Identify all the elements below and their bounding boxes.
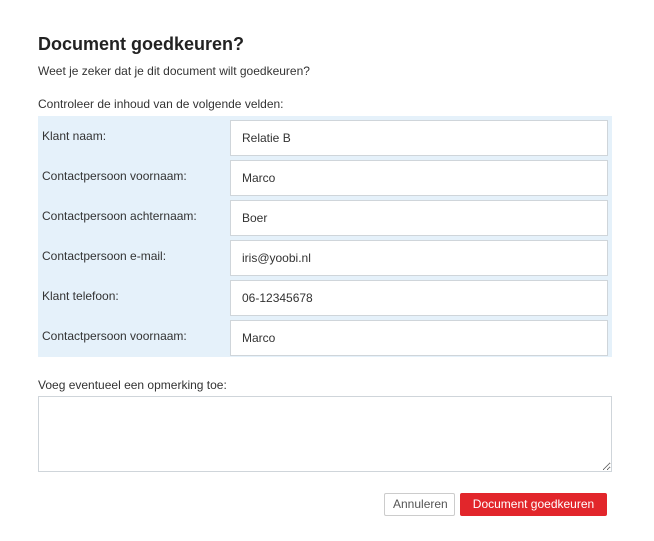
field-label: Contactpersoon achternaam: [42, 209, 197, 223]
klant-naam-input[interactable] [230, 120, 608, 156]
field-row-contactpersoon-voornaam-2: Contactpersoon voornaam: [38, 318, 612, 356]
field-label: Contactpersoon voornaam: [42, 329, 187, 343]
field-label: Contactpersoon e-mail: [42, 249, 167, 263]
contactpersoon-email-input[interactable] [230, 240, 608, 276]
field-row-contactpersoon-achternaam: Contactpersoon achternaam: [38, 198, 612, 236]
remark-label: Voeg eventueel een opmerking toe: [38, 378, 227, 392]
fields-table: Klant naam: Contactpersoon voornaam: Con… [38, 116, 612, 357]
klant-telefoon-input[interactable] [230, 280, 608, 316]
contactpersoon-achternaam-input[interactable] [230, 200, 608, 236]
field-row-klant-naam: Klant naam: [38, 118, 612, 156]
cancel-button[interactable]: Annuleren [384, 493, 455, 516]
fields-instruction: Controleer de inhoud van de volgende vel… [38, 97, 284, 111]
remark-textarea[interactable] [38, 396, 612, 472]
contactpersoon-voornaam-input-2[interactable] [230, 320, 608, 356]
field-row-contactpersoon-voornaam: Contactpersoon voornaam: [38, 158, 612, 196]
approve-document-dialog: Document goedkeuren? Weet je zeker dat j… [0, 0, 654, 541]
approve-document-button[interactable]: Document goedkeuren [460, 493, 607, 516]
dialog-subtitle: Weet je zeker dat je dit document wilt g… [38, 64, 310, 78]
field-label: Contactpersoon voornaam: [42, 169, 187, 183]
field-row-contactpersoon-email: Contactpersoon e-mail: [38, 238, 612, 276]
field-label: Klant telefoon: [42, 289, 119, 303]
field-row-klant-telefoon: Klant telefoon: [38, 278, 612, 316]
field-label: Klant naam: [42, 129, 107, 143]
contactpersoon-voornaam-input[interactable] [230, 160, 608, 196]
dialog-title: Document goedkeuren? [38, 34, 245, 54]
